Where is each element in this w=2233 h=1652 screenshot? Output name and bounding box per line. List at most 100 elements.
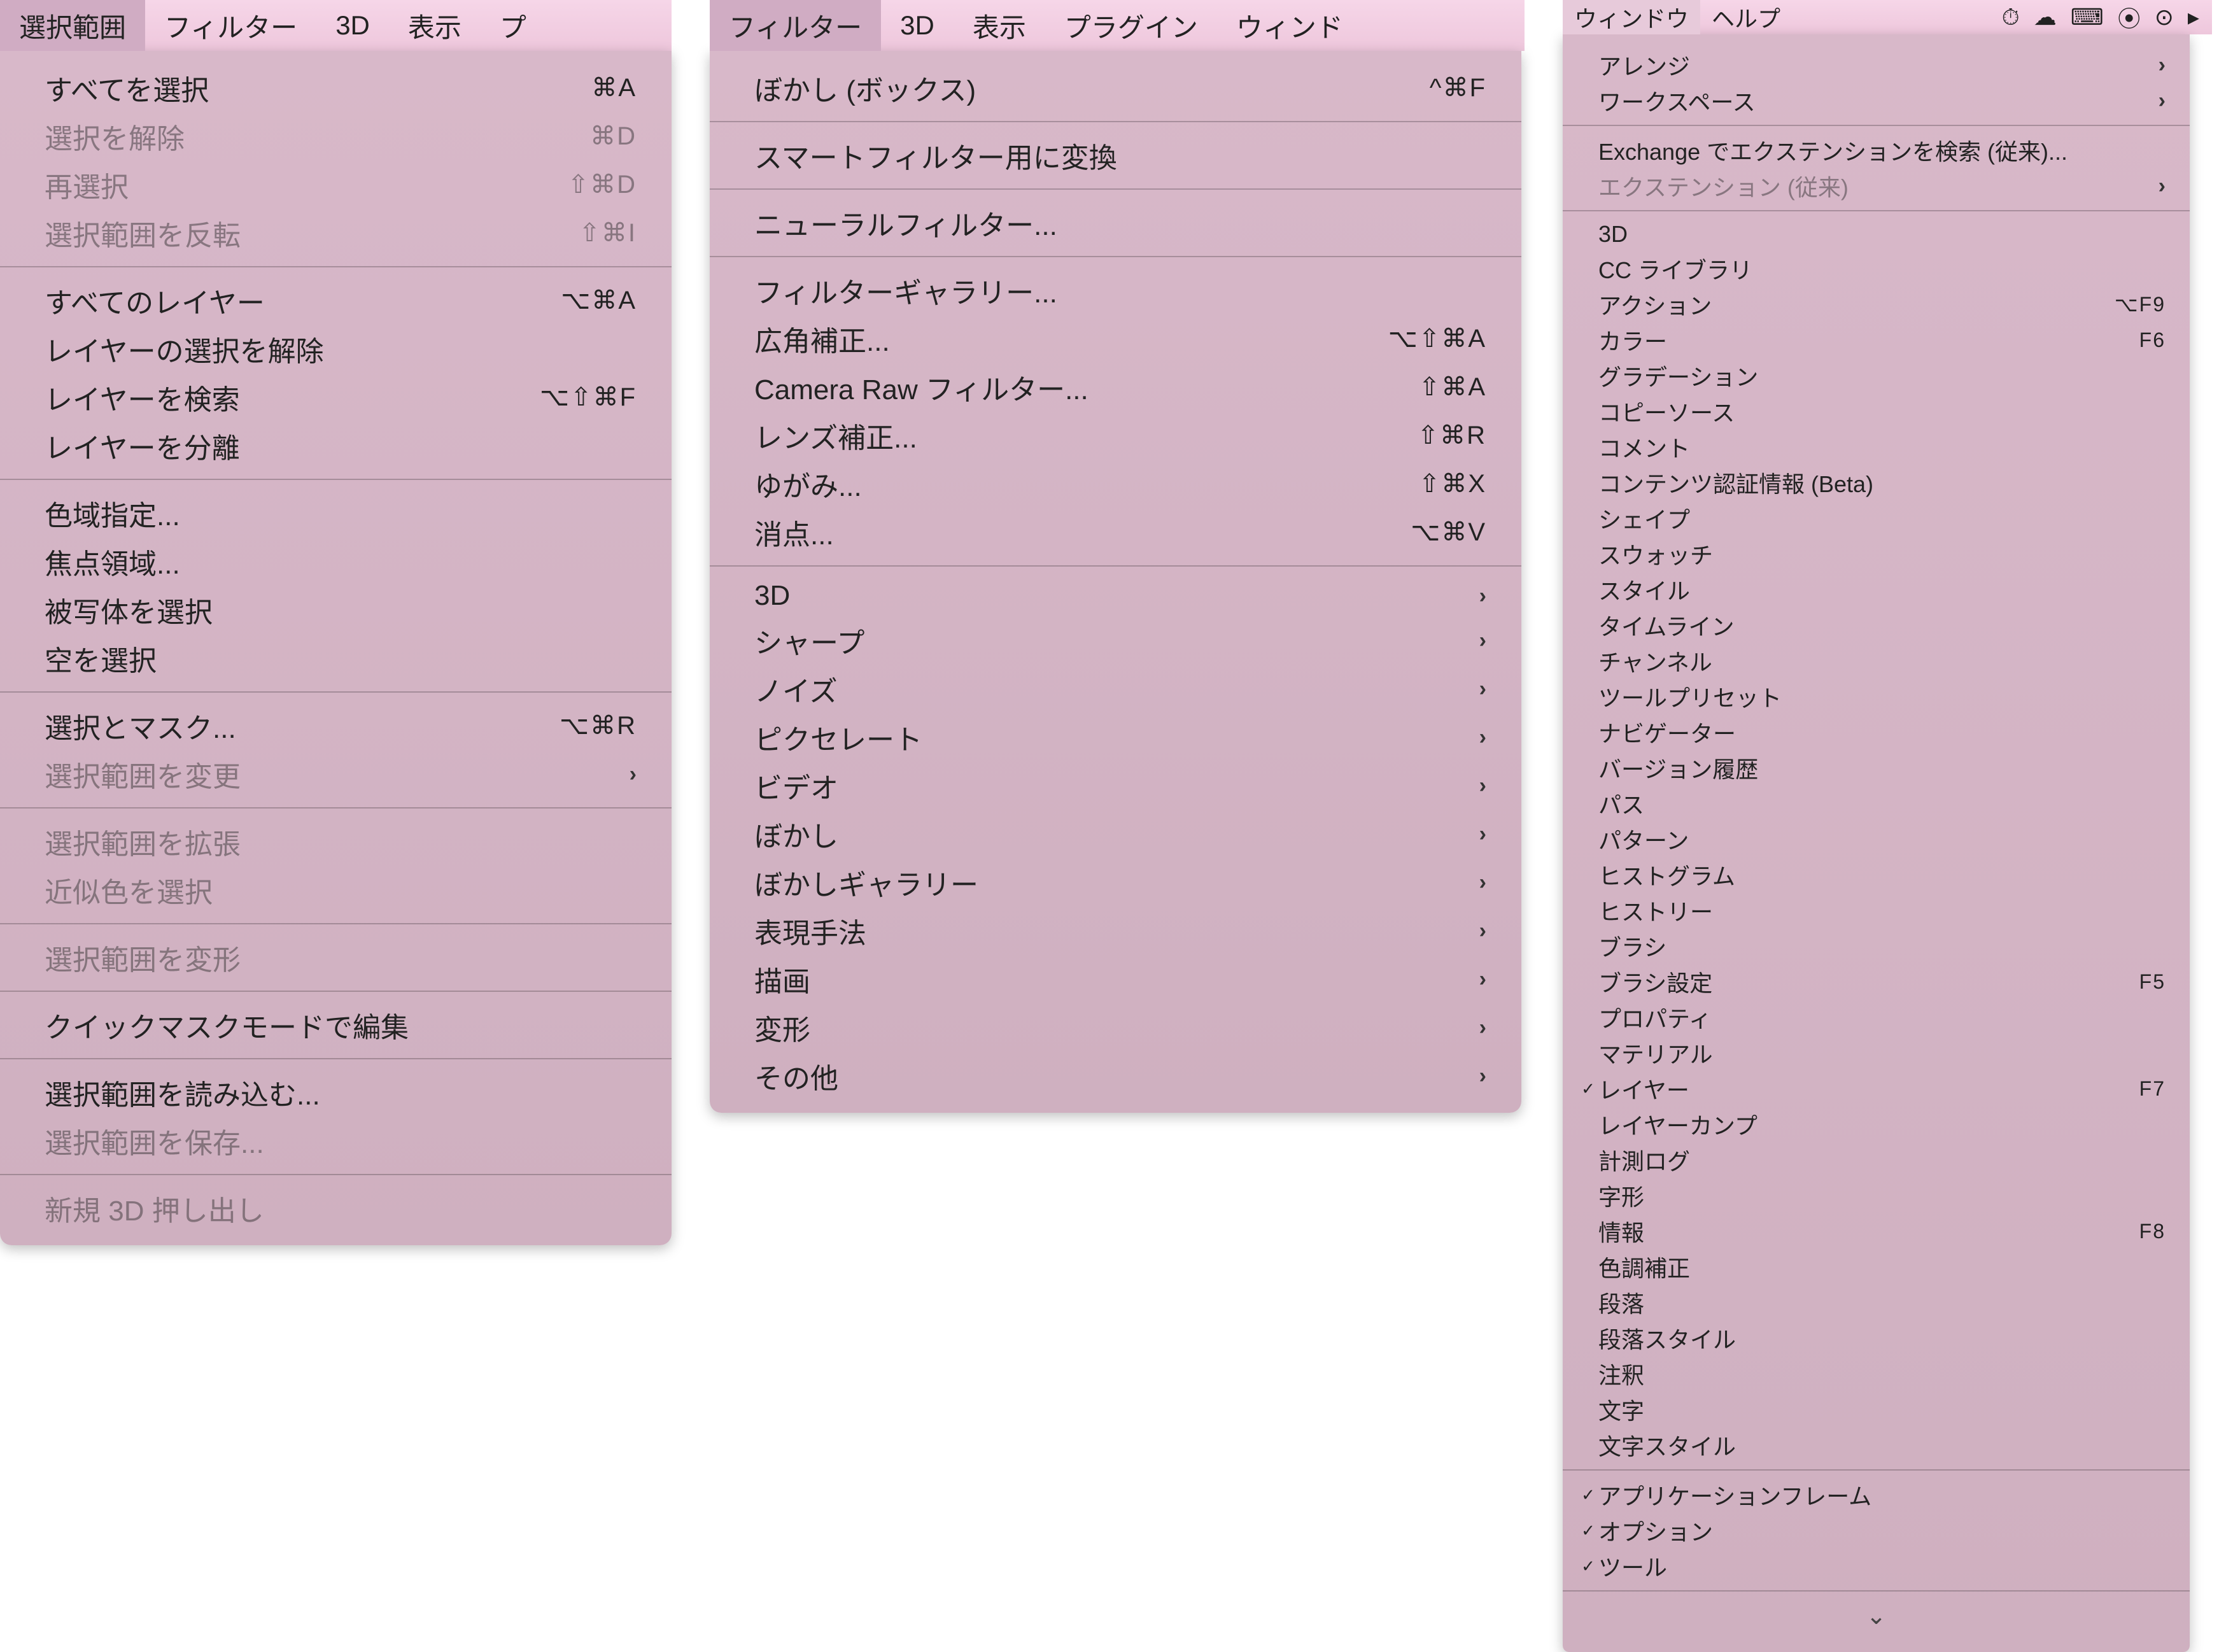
menu-item[interactable]: 色調補正 xyxy=(1563,1249,2190,1285)
check-icon: ✓ xyxy=(1578,1079,1598,1099)
status-icon[interactable]: ⏱ xyxy=(2002,4,2020,31)
menu-item[interactable]: ✓レイヤーF7 xyxy=(1563,1071,2190,1106)
menu-item[interactable]: ブラシ xyxy=(1563,928,2190,964)
menu-item[interactable]: レイヤーカンプ xyxy=(1563,1106,2190,1142)
menu-item-label: タイムライン xyxy=(1598,609,2166,642)
menu-item[interactable]: レイヤーを検索⌥⇧⌘F xyxy=(0,373,672,421)
menu-item[interactable]: スタイル xyxy=(1563,572,2190,607)
menu-item[interactable]: カラーF6 xyxy=(1563,322,2190,358)
status-icon[interactable]: ▸ xyxy=(2188,4,2199,31)
menu-item[interactable]: ビデオ› xyxy=(710,761,1521,810)
menubar-item[interactable]: 表示 xyxy=(954,0,1045,51)
menu-item[interactable]: コピーソース xyxy=(1563,393,2190,429)
menu-item[interactable]: 3D xyxy=(1563,218,2190,251)
menu-item[interactable]: バージョン履歴 xyxy=(1563,750,2190,786)
menu-item[interactable]: マテリアル xyxy=(1563,1035,2190,1071)
scroll-down-icon[interactable]: ⌄ xyxy=(1563,1598,2190,1639)
menu-item[interactable]: ツールプリセット xyxy=(1563,679,2190,714)
menu-item[interactable]: ぼかし (ボックス)^⌘F xyxy=(710,64,1521,112)
menu-item[interactable]: プロパティ xyxy=(1563,999,2190,1035)
menu-item[interactable]: Exchange でエクステンションを検索 (従来)... xyxy=(1563,132,2190,168)
menu-item[interactable]: ピクセレート› xyxy=(710,713,1521,761)
menu-item[interactable]: ヒストリー xyxy=(1563,893,2190,928)
menu-item[interactable]: レイヤーを分離 xyxy=(0,421,672,470)
menu-item[interactable]: 文字 xyxy=(1563,1392,2190,1427)
menu-item[interactable]: ニューラルフィルター... xyxy=(710,199,1521,247)
menu-item[interactable]: シェイプ xyxy=(1563,500,2190,536)
menu-item[interactable]: 消点...⌥⌘V xyxy=(710,508,1521,556)
menubar-item[interactable]: 3D xyxy=(316,0,389,51)
menu-item[interactable]: コメント xyxy=(1563,429,2190,465)
menu-item[interactable]: 焦点領域... xyxy=(0,537,672,586)
menu-item[interactable]: ✓アプリケーションフレーム xyxy=(1563,1477,2190,1513)
menu-item[interactable]: レイヤーの選択を解除 xyxy=(0,325,672,373)
menubar-item[interactable]: ウィンド xyxy=(1217,0,1362,51)
menu-item[interactable]: レンズ補正...⇧⌘R xyxy=(710,411,1521,460)
menu-item[interactable]: 色域指定... xyxy=(0,489,672,537)
menu-item[interactable]: パス xyxy=(1563,786,2190,821)
menubar-item[interactable]: 表示 xyxy=(389,0,481,51)
menu-item[interactable]: 空を選択 xyxy=(0,634,672,682)
menu-item[interactable]: シャープ› xyxy=(710,616,1521,665)
menu-item[interactable]: ぼかしギャラリー› xyxy=(710,858,1521,907)
menu-item-label: ヒストリー xyxy=(1598,894,2166,927)
menu-item[interactable]: 広角補正...⌥⇧⌘A xyxy=(710,314,1521,363)
menubar-item[interactable]: ウィンドウ xyxy=(1563,0,1700,34)
menu-item[interactable]: Camera Raw フィルター...⇧⌘A xyxy=(710,363,1521,411)
menu-item[interactable]: フィルターギャラリー... xyxy=(710,266,1521,314)
menu-item[interactable]: 注釈 xyxy=(1563,1356,2190,1392)
menu-item[interactable]: 表現手法› xyxy=(710,907,1521,955)
menu-item[interactable]: ✓オプション xyxy=(1563,1513,2190,1548)
menu-item[interactable]: 段落スタイル xyxy=(1563,1320,2190,1356)
menu-item[interactable]: 計測ログ xyxy=(1563,1142,2190,1178)
status-icon[interactable]: ⦿ xyxy=(2118,1,2141,34)
menubar-item[interactable]: フィルター xyxy=(145,0,316,51)
status-icon[interactable]: ⌨ xyxy=(2071,4,2104,31)
menu-item[interactable]: グラデーション xyxy=(1563,358,2190,393)
menu-item[interactable]: パターン xyxy=(1563,821,2190,857)
menu-item[interactable]: 3D› xyxy=(710,575,1521,616)
menu-item[interactable]: ナビゲーター xyxy=(1563,714,2190,750)
menu-item[interactable]: 文字スタイル xyxy=(1563,1427,2190,1463)
menu-item-label: マテリアル xyxy=(1598,1036,2166,1070)
menu-item[interactable]: ぼかし› xyxy=(710,810,1521,858)
menu-item[interactable]: 描画› xyxy=(710,955,1521,1003)
menubar-item[interactable]: ヘルプ xyxy=(1700,0,1792,34)
menu-item[interactable]: タイムライン xyxy=(1563,607,2190,643)
menu-item[interactable]: CC ライブラリ xyxy=(1563,251,2190,286)
status-icon[interactable]: ☁ xyxy=(2034,4,2057,31)
menu-item[interactable]: 変形› xyxy=(710,1003,1521,1052)
menu-item[interactable]: 選択とマスク...⌥⌘R xyxy=(0,702,672,750)
menu-item[interactable]: 被写体を選択 xyxy=(0,586,672,634)
menu-item[interactable]: ノイズ› xyxy=(710,665,1521,713)
menu-item[interactable]: その他› xyxy=(710,1052,1521,1100)
menu-item[interactable]: アレンジ› xyxy=(1563,47,2190,83)
menu-item[interactable]: スウォッチ xyxy=(1563,536,2190,572)
menu-item[interactable]: チャンネル xyxy=(1563,643,2190,679)
menu-item-label: 広角補正... xyxy=(754,318,1376,359)
menu-item[interactable]: ヒストグラム xyxy=(1563,857,2190,893)
menu-shortcut: ^⌘F xyxy=(1417,73,1486,102)
menu-item[interactable]: すべてのレイヤー⌥⌘A xyxy=(0,276,672,325)
menu-item-label: 選択範囲を変形 xyxy=(45,937,637,978)
menu-item[interactable]: アクション⌥F9 xyxy=(1563,286,2190,322)
menubar-item[interactable]: フィルター xyxy=(710,0,881,51)
menubar-item[interactable]: プラグイン xyxy=(1045,0,1217,51)
menu-shortcut: F5 xyxy=(2127,970,2166,994)
menu-item[interactable]: 字形 xyxy=(1563,1178,2190,1213)
status-icon[interactable]: ⊙ xyxy=(2155,4,2174,31)
menu-item[interactable]: スマートフィルター用に変換 xyxy=(710,131,1521,180)
menu-item[interactable]: すべてを選択⌘A xyxy=(0,64,672,112)
menubar-item[interactable]: 3D xyxy=(881,0,954,51)
menubar-item[interactable]: 選択範囲 xyxy=(0,0,145,51)
menu-item[interactable]: 段落 xyxy=(1563,1285,2190,1320)
menu-item[interactable]: クイックマスクモードで編集 xyxy=(0,1001,672,1049)
menu-item[interactable]: ゆがみ...⇧⌘X xyxy=(710,460,1521,508)
menu-item[interactable]: ブラシ設定F5 xyxy=(1563,964,2190,999)
menubar-item[interactable]: プ xyxy=(481,0,546,51)
menu-item[interactable]: 情報F8 xyxy=(1563,1213,2190,1249)
chevron-right-icon: › xyxy=(1467,628,1486,653)
menu-item[interactable]: コンテンツ認証情報 (Beta) xyxy=(1563,465,2190,500)
menu-item[interactable]: ワークスペース› xyxy=(1563,83,2190,118)
menu-item[interactable]: 選択範囲を読み込む... xyxy=(0,1068,672,1117)
